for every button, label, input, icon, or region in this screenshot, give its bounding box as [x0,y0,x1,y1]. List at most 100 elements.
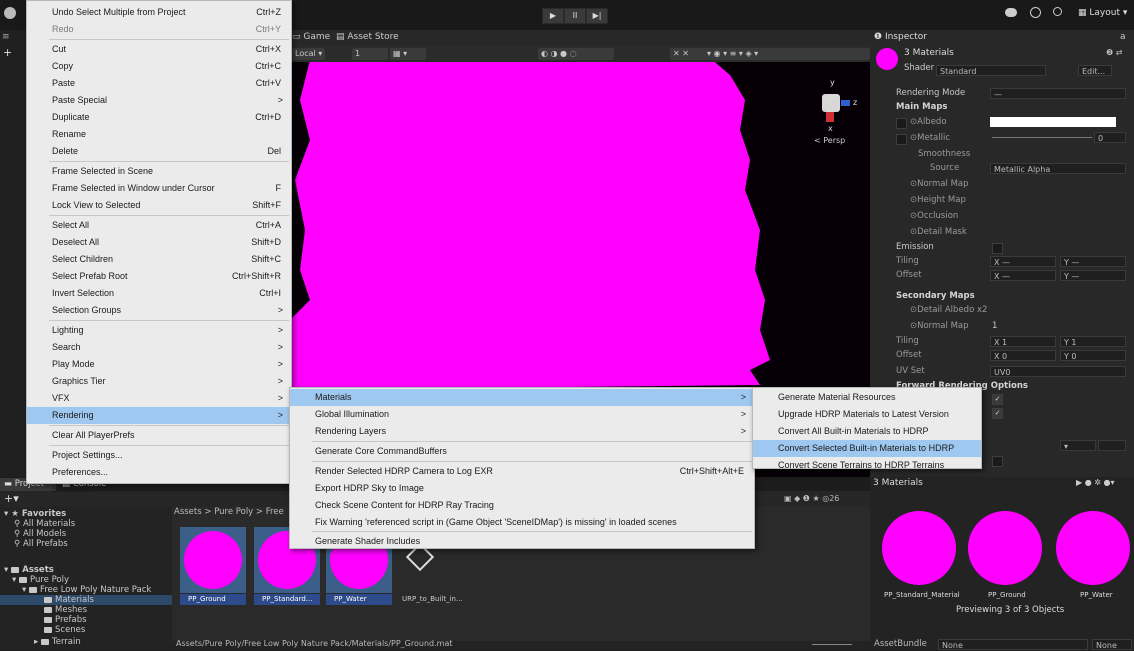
shader-edit-button[interactable]: Edit... [1078,65,1112,76]
menu-item-undo-select-multiple-from-project[interactable]: Undo Select Multiple from Project Ctrl+Z [27,4,291,21]
offset2-y-field[interactable]: Y 0 [1060,350,1126,361]
grid-size-field[interactable]: 1 [352,48,388,60]
metallic-value[interactable]: 0 [1094,132,1126,143]
menu-item-global-illumination[interactable]: Global Illumination > [290,406,754,423]
menu-item-check-scene-content-for-hdrp-ray-tracing[interactable]: Check Scene Content for HDRP Ray Tracing [290,497,754,514]
add-icon[interactable]: + [3,46,12,59]
menu-item-generate-material-resources[interactable]: Generate Material Resources [753,389,981,406]
menu-item-deselect-all[interactable]: Deselect All Shift+D [27,234,291,251]
search-icon[interactable] [1053,7,1062,16]
menu-item-project-settings[interactable]: Project Settings... [27,447,291,464]
menu-item-rendering[interactable]: Rendering > [27,407,291,424]
menu-item-clear-all-playerprefs[interactable]: Clear All PlayerPrefs [27,427,291,444]
snap-icon[interactable]: ▦ ▾ [390,48,426,60]
asset-label[interactable]: PP_Water [326,594,392,605]
tree-all-prefabs[interactable]: ⚲ All Prefabs [14,539,68,549]
emission-checkbox[interactable] [992,243,1003,254]
uv-set-dropdown[interactable]: UV0 [990,366,1126,377]
normal-map2-value[interactable]: 1 [992,319,997,333]
asset-label[interactable]: URP_to_Built_in... [398,594,478,605]
cloud-icon[interactable] [1005,8,1017,17]
offset2-x-field[interactable]: X 0 [990,350,1056,361]
tree-all-materials[interactable]: ⚲ All Materials [14,519,75,529]
pivot-dropdown[interactable]: Local ▾ [292,48,326,60]
breadcrumb[interactable]: Assets > Pure Poly > Free [174,507,284,517]
offset-x-field[interactable]: X — [990,270,1056,281]
menu-item-export-hdrp-sky-to-image[interactable]: Export HDRP Sky to Image [290,480,754,497]
gizmos-dropdown-icon[interactable]: ▾ ◉ ▾ ≡ ▾ ◈ ▾ [704,48,870,60]
menu-item-invert-selection[interactable]: Invert Selection Ctrl+I [27,285,291,302]
preview-controls-icon[interactable]: ▶ ● ✲ ●▾ [1076,478,1114,487]
pause-button[interactable]: II [564,8,586,24]
tree-materials[interactable]: Materials [0,595,172,605]
specular-highlights-checkbox[interactable]: ✓ [992,394,1003,405]
tiling-y-field[interactable]: Y — [1060,256,1126,267]
menu-item-duplicate[interactable]: Duplicate Ctrl+D [27,109,291,126]
scene-gizmo[interactable]: y z x < Persp [810,78,860,145]
metallic-slider[interactable] [992,137,1092,138]
albedo-texture-slot[interactable] [896,118,907,129]
menu-item-lighting[interactable]: Lighting > [27,322,291,339]
menu-item-graphics-tier[interactable]: Graphics Tier > [27,373,291,390]
tiling2-x-field[interactable]: X 1 [990,336,1056,347]
asset-tile[interactable] [180,527,246,593]
menu-item-delete[interactable]: Delete Del [27,143,291,160]
menu-item-redo[interactable]: Redo Ctrl+Y [27,21,291,38]
tab-asset-store[interactable]: ▤ Asset Store [336,32,399,42]
tree-pure-poly[interactable]: ▾ Pure Poly [12,575,69,585]
menu-item-paste[interactable]: Paste Ctrl+V [27,75,291,92]
menu-item-convert-scene-terrains-to-hdrp-terrains[interactable]: Convert Scene Terrains to HDRP Terrains [753,457,981,474]
rendering-mode-dropdown[interactable]: — [990,88,1126,99]
play-button[interactable]: ▶ [542,8,564,24]
menu-item-paste-special[interactable]: Paste Special > [27,92,291,109]
tiling2-y-field[interactable]: Y 1 [1060,336,1126,347]
menu-item-cut[interactable]: Cut Ctrl+X [27,41,291,58]
shader-dropdown[interactable]: Standard [936,65,1046,76]
tab-game[interactable]: ▭ Game [292,32,330,42]
menu-item-rename[interactable]: Rename [27,126,291,143]
render-queue-value[interactable] [1098,440,1126,451]
step-button[interactable]: ▶| [586,8,608,24]
menu-item-selection-groups[interactable]: Selection Groups > [27,302,291,319]
history-icon[interactable] [1030,7,1041,18]
menu-item-vfx[interactable]: VFX > [27,390,291,407]
tiling-x-field[interactable]: X — [990,256,1056,267]
filter-icons[interactable]: ▣ ◆ ❶ ★ ◎26 [784,494,839,503]
menu-item-play-mode[interactable]: Play Mode > [27,356,291,373]
menu-item-convert-selected-built-in-materials-to-h[interactable]: Convert Selected Built-in Materials to H… [753,440,981,457]
offset-y-field[interactable]: Y — [1060,270,1126,281]
lock-icon[interactable]: a [1120,32,1126,42]
add-asset-icon[interactable]: +▾ [4,492,19,505]
menu-item-render-selected-hdrp-camera-to-log-exr[interactable]: Render Selected HDRP Camera to Log EXR Ct… [290,463,754,480]
assetbundle-dropdown[interactable]: None [938,639,1088,650]
tree-assets[interactable]: ▾ Assets [4,565,54,575]
source-dropdown[interactable]: Metallic Alpha [990,163,1126,174]
hierarchy-menu-icon[interactable]: ≡ [2,32,10,42]
help-icon[interactable]: ❷ ⇄ [1106,48,1122,57]
tree-meshes[interactable]: Meshes [44,605,87,615]
menu-item-fix-warning-referenced-script-in-game-ob[interactable]: Fix Warning 'referenced script in (Game … [290,514,754,531]
tree-favorites[interactable]: ▾ ★ Favorites [4,509,66,519]
metallic-texture-slot[interactable] [896,134,907,145]
unity-logo-icon[interactable] [4,7,16,19]
menu-item-frame-selected-in-scene[interactable]: Frame Selected in Scene [27,163,291,180]
menu-item-convert-all-built-in-materials-to-hdrp[interactable]: Convert All Built-in Materials to HDRP [753,423,981,440]
menu-item-upgrade-hdrp-materials-to-latest-version[interactable]: Upgrade HDRP Materials to Latest Version [753,406,981,423]
menu-item-select-all[interactable]: Select All Ctrl+A [27,217,291,234]
menu-item-generate-core-commandbuffers[interactable]: Generate Core CommandBuffers [290,443,754,460]
menu-item-copy[interactable]: Copy Ctrl+C [27,58,291,75]
shading-mode-icon[interactable]: ◐ ◑ ● ◌ [538,48,614,60]
menu-item-rendering-layers[interactable]: Rendering Layers > [290,423,754,440]
zoom-slider[interactable] [812,644,852,645]
layout-dropdown[interactable]: ▦ Layout ▾ [1078,8,1127,18]
menu-item-shortcuts[interactable]: Shortcuts... [27,481,291,498]
persp-label[interactable]: < Persp [814,136,845,145]
assetbundle-variant-dropdown[interactable]: None [1092,639,1132,650]
render-queue-dropdown[interactable]: ▾ [1060,440,1096,451]
menu-item-frame-selected-in-window-under-cursor[interactable]: Frame Selected in Window under Cursor F [27,180,291,197]
gpu-instancing-checkbox[interactable] [992,456,1003,467]
tree-all-models[interactable]: ⚲ All Models [14,529,66,539]
menu-item-search[interactable]: Search > [27,339,291,356]
tree-nature-pack[interactable]: ▾ Free Low Poly Nature Pack [22,585,151,595]
menu-item-lock-view-to-selected[interactable]: Lock View to Selected Shift+F [27,197,291,214]
